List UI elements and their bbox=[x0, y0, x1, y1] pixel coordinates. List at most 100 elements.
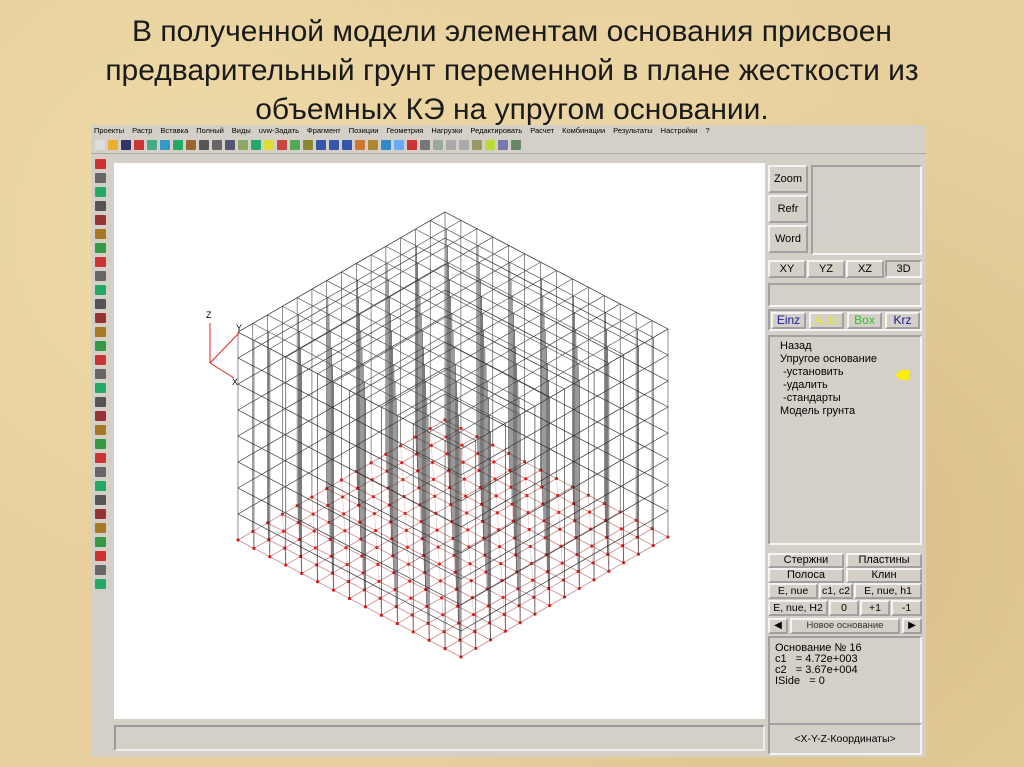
toolbar-button-icon[interactable] bbox=[316, 140, 326, 150]
mode-box-button[interactable]: Box bbox=[847, 312, 882, 329]
tool-icon[interactable] bbox=[94, 425, 106, 435]
command-menu-item[interactable]: -стандарты bbox=[780, 392, 910, 405]
element-type-button[interactable]: Пластины bbox=[846, 553, 922, 568]
menu-item[interactable]: Полный bbox=[196, 125, 224, 137]
toolbar-button-icon[interactable] bbox=[251, 140, 261, 150]
toolbar-button-icon[interactable] bbox=[225, 140, 235, 150]
toolbar-button-icon[interactable] bbox=[121, 140, 131, 150]
param-button[interactable]: E, nue bbox=[768, 583, 818, 599]
tab-yz[interactable]: YZ bbox=[807, 260, 845, 278]
toolbar-button-icon[interactable] bbox=[355, 140, 365, 150]
new-foundation-button[interactable]: Новое основание bbox=[790, 618, 900, 634]
toolbar-button-icon[interactable] bbox=[329, 140, 339, 150]
tool-icon[interactable] bbox=[94, 327, 106, 337]
toolbar-button-icon[interactable] bbox=[446, 140, 456, 150]
toolbar-button-icon[interactable] bbox=[264, 140, 274, 150]
toolbar-button-icon[interactable] bbox=[212, 140, 222, 150]
tool-icon[interactable] bbox=[94, 453, 106, 463]
command-menu-item[interactable]: Упругое основание bbox=[780, 353, 910, 366]
tool-icon[interactable] bbox=[94, 173, 106, 183]
toolbar-button-icon[interactable] bbox=[277, 140, 287, 150]
menu-item[interactable]: Проекты bbox=[94, 125, 124, 137]
command-menu-item[interactable]: Назад bbox=[780, 340, 910, 353]
tool-icon[interactable] bbox=[94, 369, 106, 379]
menu-item[interactable]: Нагрузки bbox=[431, 125, 462, 137]
model-viewport[interactable]: Z Y X bbox=[114, 163, 765, 719]
tool-icon[interactable] bbox=[94, 579, 106, 589]
tool-icon[interactable] bbox=[94, 411, 106, 421]
param-button[interactable]: -1 bbox=[891, 600, 922, 616]
tool-icon[interactable] bbox=[94, 257, 106, 267]
menu-item[interactable]: Редактировать bbox=[470, 125, 522, 137]
tool-icon[interactable] bbox=[94, 341, 106, 351]
toolbar-button-icon[interactable] bbox=[108, 140, 118, 150]
tool-icon[interactable] bbox=[94, 159, 106, 169]
xyz-coordinates-button[interactable]: <X-Y-Z-Координаты> bbox=[768, 723, 922, 755]
tool-icon[interactable] bbox=[94, 495, 106, 505]
tool-icon[interactable] bbox=[94, 187, 106, 197]
tool-icon[interactable] bbox=[94, 565, 106, 575]
menu-item[interactable]: uvw-Задать bbox=[259, 125, 299, 137]
element-type-button[interactable]: Полоса bbox=[768, 568, 844, 583]
param-button[interactable]: E, nue, h1 bbox=[854, 583, 922, 599]
toolbar-button-icon[interactable] bbox=[511, 140, 521, 150]
element-type-button[interactable]: Стержни bbox=[768, 553, 844, 568]
toolbar-button-icon[interactable] bbox=[95, 140, 105, 150]
param-button[interactable]: 0 bbox=[829, 600, 859, 616]
toolbar-button-icon[interactable] bbox=[134, 140, 144, 150]
menu-item[interactable]: Комбинации bbox=[562, 125, 605, 137]
tool-icon[interactable] bbox=[94, 383, 106, 393]
tool-icon[interactable] bbox=[94, 467, 106, 477]
mode-auto-button[interactable]: Auto bbox=[809, 312, 844, 329]
mode-einz-button[interactable]: Einz bbox=[771, 312, 806, 329]
param-button[interactable]: E, nue, H2 bbox=[768, 600, 828, 616]
command-menu-item[interactable]: -удалить bbox=[780, 379, 910, 392]
menu-item[interactable]: Позиции bbox=[349, 125, 379, 137]
tool-icon[interactable] bbox=[94, 201, 106, 211]
mode-krz-button[interactable]: Krz bbox=[885, 312, 920, 329]
toolbar-button-icon[interactable] bbox=[485, 140, 495, 150]
toolbar-button-icon[interactable] bbox=[420, 140, 430, 150]
toolbar-button-icon[interactable] bbox=[472, 140, 482, 150]
tab-xz[interactable]: XZ bbox=[846, 260, 884, 278]
tool-icon[interactable] bbox=[94, 355, 106, 365]
toolbar-button-icon[interactable] bbox=[303, 140, 313, 150]
toolbar-button-icon[interactable] bbox=[290, 140, 300, 150]
command-menu-item[interactable]: Модель грунта bbox=[780, 405, 910, 418]
toolbar-button-icon[interactable] bbox=[160, 140, 170, 150]
tool-icon[interactable] bbox=[94, 271, 106, 281]
prev-arrow-button[interactable]: ◀ bbox=[768, 618, 788, 634]
toolbar-button-icon[interactable] bbox=[147, 140, 157, 150]
tool-icon[interactable] bbox=[94, 439, 106, 449]
tool-icon[interactable] bbox=[94, 229, 106, 239]
zoom-button[interactable]: Zoom bbox=[768, 165, 808, 193]
toolbar-button-icon[interactable] bbox=[173, 140, 183, 150]
toolbar-button-icon[interactable] bbox=[459, 140, 469, 150]
toolbar-button-icon[interactable] bbox=[394, 140, 404, 150]
tab-3d[interactable]: 3D bbox=[885, 260, 922, 278]
menu-item[interactable]: Расчет bbox=[530, 125, 554, 137]
command-menu-item[interactable]: -установить bbox=[780, 366, 910, 379]
menu-item[interactable]: Геометрия bbox=[386, 125, 423, 137]
menu-item[interactable]: Результаты bbox=[613, 125, 653, 137]
tool-icon[interactable] bbox=[94, 243, 106, 253]
toolbar-button-icon[interactable] bbox=[498, 140, 508, 150]
toolbar-button-icon[interactable] bbox=[186, 140, 196, 150]
menu-item[interactable]: Виды bbox=[232, 125, 251, 137]
menu-item[interactable]: ? bbox=[705, 125, 709, 137]
tool-icon[interactable] bbox=[94, 481, 106, 491]
toolbar-button-icon[interactable] bbox=[381, 140, 391, 150]
menu-item[interactable]: Фрагмент bbox=[307, 125, 341, 137]
menu-item[interactable]: Вставка bbox=[160, 125, 188, 137]
next-arrow-button[interactable]: ▶ bbox=[902, 618, 922, 634]
param-button[interactable]: +1 bbox=[860, 600, 890, 616]
tool-icon[interactable] bbox=[94, 299, 106, 309]
tool-icon[interactable] bbox=[94, 551, 106, 561]
word-button[interactable]: Word bbox=[768, 225, 808, 253]
tool-icon[interactable] bbox=[94, 285, 106, 295]
tool-icon[interactable] bbox=[94, 313, 106, 323]
toolbar-button-icon[interactable] bbox=[199, 140, 209, 150]
toolbar-button-icon[interactable] bbox=[368, 140, 378, 150]
toolbar-button-icon[interactable] bbox=[407, 140, 417, 150]
tool-icon[interactable] bbox=[94, 397, 106, 407]
